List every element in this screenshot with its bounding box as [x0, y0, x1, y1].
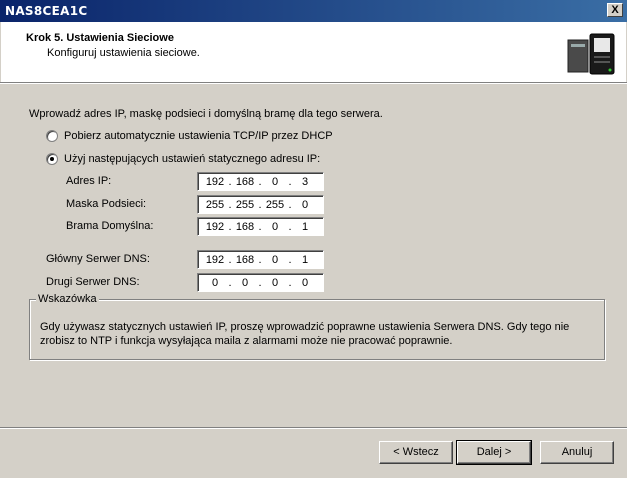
- gateway-input[interactable]: 192. 168. 0. 1: [197, 217, 324, 236]
- gateway-octet[interactable]: 192: [204, 221, 226, 233]
- wizard-header: Krok 5. Ustawienia Sieciowe Konfiguruj u…: [1, 22, 626, 82]
- mask-octet[interactable]: 0: [294, 199, 316, 211]
- dns2-octet[interactable]: 0: [264, 277, 286, 289]
- window-title: NAS8CEA1C: [5, 4, 88, 18]
- gateway-octet[interactable]: 1: [294, 221, 316, 233]
- mask-octet[interactable]: 255: [234, 199, 256, 211]
- close-icon[interactable]: X: [607, 3, 623, 17]
- header-separator: [0, 82, 627, 84]
- gateway-octet[interactable]: 0: [264, 221, 286, 233]
- dns2-label: Drugi Serwer DNS:: [46, 276, 140, 288]
- mask-octet[interactable]: 255: [264, 199, 286, 211]
- secondary-dns-input[interactable]: 0. 0. 0. 0: [197, 273, 324, 292]
- step-title: Krok 5. Ustawienia Sieciowe: [26, 32, 174, 44]
- dns1-octet[interactable]: 0: [264, 254, 286, 266]
- static-label: Użyj następujących ustawień statycznego …: [64, 153, 321, 165]
- hint-groupbox: Wskazówka Gdy używasz statycznych ustawi…: [29, 293, 605, 360]
- hint-text: Gdy używasz statycznych ustawień IP, pro…: [40, 321, 570, 347]
- step-subtitle: Konfiguruj ustawienia sieciowe.: [47, 47, 200, 59]
- dns1-octet[interactable]: 1: [294, 254, 316, 266]
- dns1-octet[interactable]: 192: [204, 254, 226, 266]
- dns2-octet[interactable]: 0: [234, 277, 256, 289]
- hint-legend: Wskazówka: [36, 293, 99, 305]
- static-option[interactable]: Użyj następujących ustawień statycznego …: [46, 152, 320, 166]
- intro-text: Wprowadź adres IP, maskę podsieci i domy…: [29, 108, 383, 120]
- dns1-label: Główny Serwer DNS:: [46, 253, 150, 265]
- dhcp-option[interactable]: Pobierz automatycznie ustawienia TCP/IP …: [46, 129, 333, 143]
- ip-label: Adres IP:: [66, 175, 112, 187]
- dhcp-label: Pobierz automatycznie ustawienia TCP/IP …: [64, 130, 333, 142]
- nas-server-icon: [567, 33, 615, 75]
- dns1-octet[interactable]: 168: [234, 254, 256, 266]
- footer-separator: [0, 427, 627, 429]
- subnet-mask-input[interactable]: 255. 255. 255. 0: [197, 195, 324, 214]
- primary-dns-input[interactable]: 192. 168. 0. 1: [197, 250, 324, 269]
- ip-octet[interactable]: 0: [264, 176, 286, 188]
- dns2-octet[interactable]: 0: [204, 277, 226, 289]
- ip-octet[interactable]: 192: [204, 176, 226, 188]
- dhcp-radio[interactable]: [46, 130, 58, 142]
- next-button[interactable]: Dalej >: [456, 440, 532, 465]
- static-radio[interactable]: [46, 153, 58, 165]
- dns2-octet[interactable]: 0: [294, 277, 316, 289]
- ip-octet[interactable]: 3: [294, 176, 316, 188]
- gateway-octet[interactable]: 168: [234, 221, 256, 233]
- title-bar: NAS8CEA1C X: [0, 0, 627, 22]
- mask-octet[interactable]: 255: [204, 199, 226, 211]
- back-button[interactable]: < Wstecz: [379, 441, 453, 464]
- mask-label: Maska Podsieci:: [66, 198, 147, 210]
- cancel-button[interactable]: Anuluj: [540, 441, 614, 464]
- ip-octet[interactable]: 168: [234, 176, 256, 188]
- ip-address-input[interactable]: 192. 168. 0. 3: [197, 172, 324, 191]
- gateway-label: Brama Domyślna:: [66, 220, 154, 232]
